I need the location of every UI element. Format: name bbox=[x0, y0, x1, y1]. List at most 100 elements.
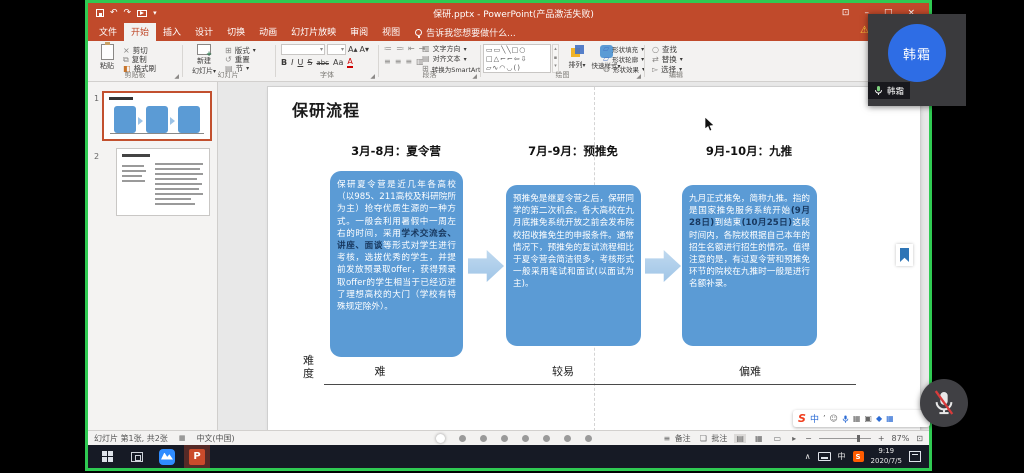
tab-design[interactable]: 设计 bbox=[188, 23, 220, 41]
slide-title[interactable]: 保研流程 bbox=[292, 97, 360, 121]
language-indicator[interactable]: 中文(中国) bbox=[196, 433, 234, 444]
ribbon-display-options-icon[interactable]: ⊡ bbox=[842, 8, 850, 18]
notes-button[interactable]: ≡ 备注 bbox=[661, 433, 690, 444]
reading-view-icon[interactable]: ▭ bbox=[772, 434, 784, 443]
ime-voice-icon[interactable] bbox=[842, 414, 849, 424]
difficulty-axis-label[interactable]: 难度 bbox=[302, 355, 315, 380]
start-slideshow-icon[interactable] bbox=[137, 10, 147, 17]
tab-view[interactable]: 视图 bbox=[375, 23, 407, 41]
text-direction-button[interactable]: ▥文字方向▾ bbox=[422, 44, 467, 54]
font-dialog-launcher[interactable]: ◢ bbox=[370, 73, 375, 80]
ime-language-icon[interactable]: 中 bbox=[810, 412, 819, 425]
shrink-font-icon[interactable]: A▾ bbox=[360, 46, 370, 54]
sogou-tray-icon[interactable]: S bbox=[853, 451, 864, 462]
shape-fill-button[interactable]: ▱形状填充▾ bbox=[603, 44, 644, 54]
undo-icon[interactable]: ↶ bbox=[110, 9, 118, 18]
difficulty-level-harder[interactable]: 偏难 bbox=[720, 363, 780, 379]
normal-view-icon[interactable]: ▤ bbox=[734, 434, 746, 443]
change-case-button[interactable]: Aa bbox=[333, 59, 343, 67]
qat-dropdown-icon[interactable]: ▾ bbox=[153, 10, 157, 17]
slide-sorter-view-icon[interactable]: ▦ bbox=[753, 434, 765, 443]
participant-video-tile[interactable]: 韩霜 韩霜 bbox=[868, 14, 966, 106]
underline-button[interactable]: U bbox=[297, 59, 303, 67]
bullets-icon[interactable]: ≔ bbox=[384, 45, 392, 53]
tell-me-box[interactable]: 告诉我您想要做什么... bbox=[415, 26, 516, 41]
text-box-summer-camp[interactable]: 保研夏令营是近几年各高校（以985、211高校及科研院所为主）抢夺优质生源的一种… bbox=[330, 171, 463, 357]
ime-grid-icon[interactable]: ▦ bbox=[886, 415, 894, 423]
arrow-shape-2[interactable] bbox=[645, 247, 681, 285]
ime-keyboard-icon[interactable]: ▦ bbox=[853, 415, 861, 423]
decrease-indent-icon[interactable]: ⇤ bbox=[408, 45, 415, 53]
shapes-gallery-scrollbar[interactable]: ▴▪▾ bbox=[552, 44, 559, 73]
shapes-gallery[interactable]: ▭▭╲╲□○ □△⌐⌐⇦⇩ ▱∿◠◡() bbox=[483, 44, 551, 73]
ime-toolbox-icon[interactable]: ▣ bbox=[864, 415, 872, 423]
bold-button[interactable]: B bbox=[281, 59, 287, 67]
ime-emoji-icon[interactable]: ☺ bbox=[830, 415, 838, 423]
slideshow-view-icon[interactable]: ▸ bbox=[790, 434, 798, 443]
action-center-icon[interactable] bbox=[909, 451, 921, 462]
task-view-button[interactable] bbox=[124, 445, 150, 468]
font-size-box[interactable]: ▾ bbox=[327, 44, 346, 55]
grow-font-icon[interactable]: A▴ bbox=[348, 46, 358, 54]
zoom-slider[interactable] bbox=[819, 438, 871, 439]
meeting-app-button[interactable] bbox=[154, 445, 180, 468]
font-name-box[interactable]: ▾ bbox=[281, 44, 325, 55]
ime-punctuation-icon[interactable]: ’ bbox=[823, 415, 826, 423]
zoom-level[interactable]: 87% bbox=[892, 434, 910, 443]
zoom-slider-thumb[interactable] bbox=[857, 435, 860, 442]
difficulty-level-hard[interactable]: 难 bbox=[350, 363, 410, 379]
paragraph-dialog-launcher[interactable]: ◢ bbox=[472, 73, 477, 80]
paste-button[interactable]: 粘贴 bbox=[95, 44, 119, 71]
tab-slideshow[interactable]: 幻灯片放映 bbox=[284, 23, 343, 41]
powerpoint-taskbar-button[interactable]: P bbox=[184, 445, 210, 468]
align-text-button[interactable]: ▤对齐文本▾ bbox=[422, 54, 467, 64]
font-color-button[interactable]: A bbox=[347, 58, 352, 68]
mute-button[interactable] bbox=[920, 379, 968, 427]
align-right-icon[interactable]: ≡ bbox=[405, 58, 412, 66]
slide-canvas[interactable]: 保研流程 3月-8月：夏令营 7月-9月：预推免 9月-10月：九推 保研夏令营… bbox=[268, 87, 920, 430]
difficulty-level-easier[interactable]: 较易 bbox=[533, 363, 593, 379]
text-box-pre-exemption[interactable]: 预推免是继夏令营之后，保研同学的第二次机会。各大高校在九月底推免系统开放之前会发… bbox=[506, 185, 641, 346]
column-header-september[interactable]: 9月-10月：九推 bbox=[674, 143, 824, 159]
tab-review[interactable]: 审阅 bbox=[343, 23, 375, 41]
ime-skin-icon[interactable]: ◆ bbox=[876, 415, 882, 423]
tab-animations[interactable]: 动画 bbox=[252, 23, 284, 41]
arrow-shape-1[interactable] bbox=[468, 247, 504, 285]
column-header-pre-exemption[interactable]: 7月-9月：预推免 bbox=[498, 143, 648, 159]
comments-button[interactable]: ❏ 批注 bbox=[698, 433, 728, 444]
column-header-summer-camp[interactable]: 3月-8月：夏令营 bbox=[321, 143, 471, 159]
strikethrough-button[interactable]: S bbox=[307, 59, 312, 67]
align-center-icon[interactable]: ≡ bbox=[395, 58, 402, 66]
shape-outline-button[interactable]: ▱形状轮廓▾ bbox=[603, 54, 644, 64]
save-icon[interactable] bbox=[96, 9, 104, 17]
screen-share-region: ↶ ↷ ▾ 保研.pptx - PowerPoint(产品激活失败) ⊡ – □… bbox=[85, 0, 932, 471]
sogou-logo-icon[interactable]: S bbox=[798, 412, 806, 425]
start-button[interactable] bbox=[94, 445, 120, 468]
tab-home[interactable]: 开始 bbox=[124, 23, 156, 41]
zoom-in-icon[interactable]: + bbox=[878, 434, 885, 443]
arrange-button[interactable]: 排列▾ bbox=[564, 45, 590, 70]
share-dot-active bbox=[436, 434, 445, 443]
tab-transitions[interactable]: 切换 bbox=[220, 23, 252, 41]
clipboard-dialog-launcher[interactable]: ◢ bbox=[174, 73, 179, 80]
tab-insert[interactable]: 插入 bbox=[156, 23, 188, 41]
bookmark-icon[interactable] bbox=[896, 244, 913, 266]
clear-formatting-icon[interactable]: abc bbox=[316, 60, 329, 67]
italic-button[interactable]: I bbox=[291, 59, 293, 67]
slide-thumbnail-2[interactable] bbox=[116, 148, 210, 216]
zoom-out-icon[interactable]: − bbox=[805, 434, 812, 443]
drawing-dialog-launcher[interactable]: ◢ bbox=[636, 73, 641, 80]
numbering-icon[interactable]: ≕ bbox=[396, 45, 404, 53]
ime-toolbar[interactable]: S 中 ’ ☺ ▦ ▣ ◆ ▦ bbox=[793, 410, 930, 427]
fit-to-window-icon[interactable]: ⊡ bbox=[916, 434, 923, 443]
tray-chevron-icon[interactable]: ∧ bbox=[805, 452, 811, 461]
redo-icon[interactable]: ↷ bbox=[124, 9, 132, 18]
align-left-icon[interactable]: ≡ bbox=[384, 58, 391, 66]
text-box-september[interactable]: 九月正式推免，简称九推。指的是国家推免服务系统开始(9月28日)到结束(10月2… bbox=[682, 185, 817, 346]
touch-keyboard-icon[interactable] bbox=[818, 452, 831, 461]
taskbar-clock[interactable]: 9:192020/7/5 bbox=[871, 447, 902, 465]
tab-file[interactable]: 文件 bbox=[92, 23, 124, 41]
slide-thumbnail-1[interactable] bbox=[102, 91, 212, 141]
slide-thumbnail-panel: 1 2 bbox=[88, 82, 218, 430]
ime-indicator[interactable]: 中 bbox=[838, 451, 846, 462]
